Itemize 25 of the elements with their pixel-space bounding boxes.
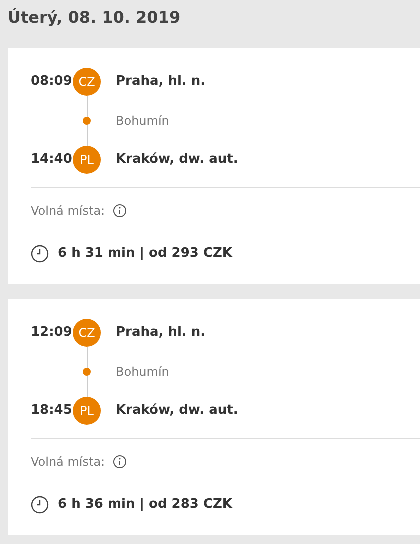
info-icon[interactable] (113, 455, 128, 469)
connection-card[interactable]: 12:09 CZ Praha, hl. n. Bohumín 18:45 PL Kraków, dw. aut. Volná místa: 6 h 36 min | od 283 CZK (8, 299, 420, 535)
country-badge: PL (73, 146, 101, 174)
station-name: Kraków, dw. aut. (116, 402, 238, 420)
connection-card[interactable]: 08:09 CZ Praha, hl. n. Bohumín 14:40 PL Kraków, dw. aut. Volná místa: 6 h 31 min | od 293 CZK (8, 48, 420, 284)
clock-icon (31, 496, 49, 514)
station-name: Kraków, dw. aut. (116, 151, 238, 170)
departure-time: 14:40 (31, 151, 73, 170)
departure-time: 08:09 (31, 73, 73, 92)
seats-label: Volná místa: (31, 203, 106, 220)
station-name: Praha, hl. n. (116, 73, 206, 92)
country-badge: CZ (73, 319, 101, 347)
stop-name: Bohumín (116, 113, 170, 130)
departure-time: 12:09 (31, 324, 73, 342)
info-icon[interactable] (113, 204, 128, 218)
duration-price: 6 h 36 min | od 283 CZK (58, 496, 232, 514)
country-badge: PL (73, 397, 101, 425)
departure-time: 18:45 (31, 402, 73, 420)
date-heading: Úterý, 08. 10. 2019 (7, 7, 182, 29)
stop-name: Bohumín (116, 364, 170, 381)
country-badge: CZ (73, 68, 101, 96)
duration-price: 6 h 31 min | od 293 CZK (58, 245, 232, 264)
seats-label: Volná místa: (31, 454, 106, 471)
clock-icon (31, 245, 49, 263)
station-name: Praha, hl. n. (116, 324, 206, 342)
